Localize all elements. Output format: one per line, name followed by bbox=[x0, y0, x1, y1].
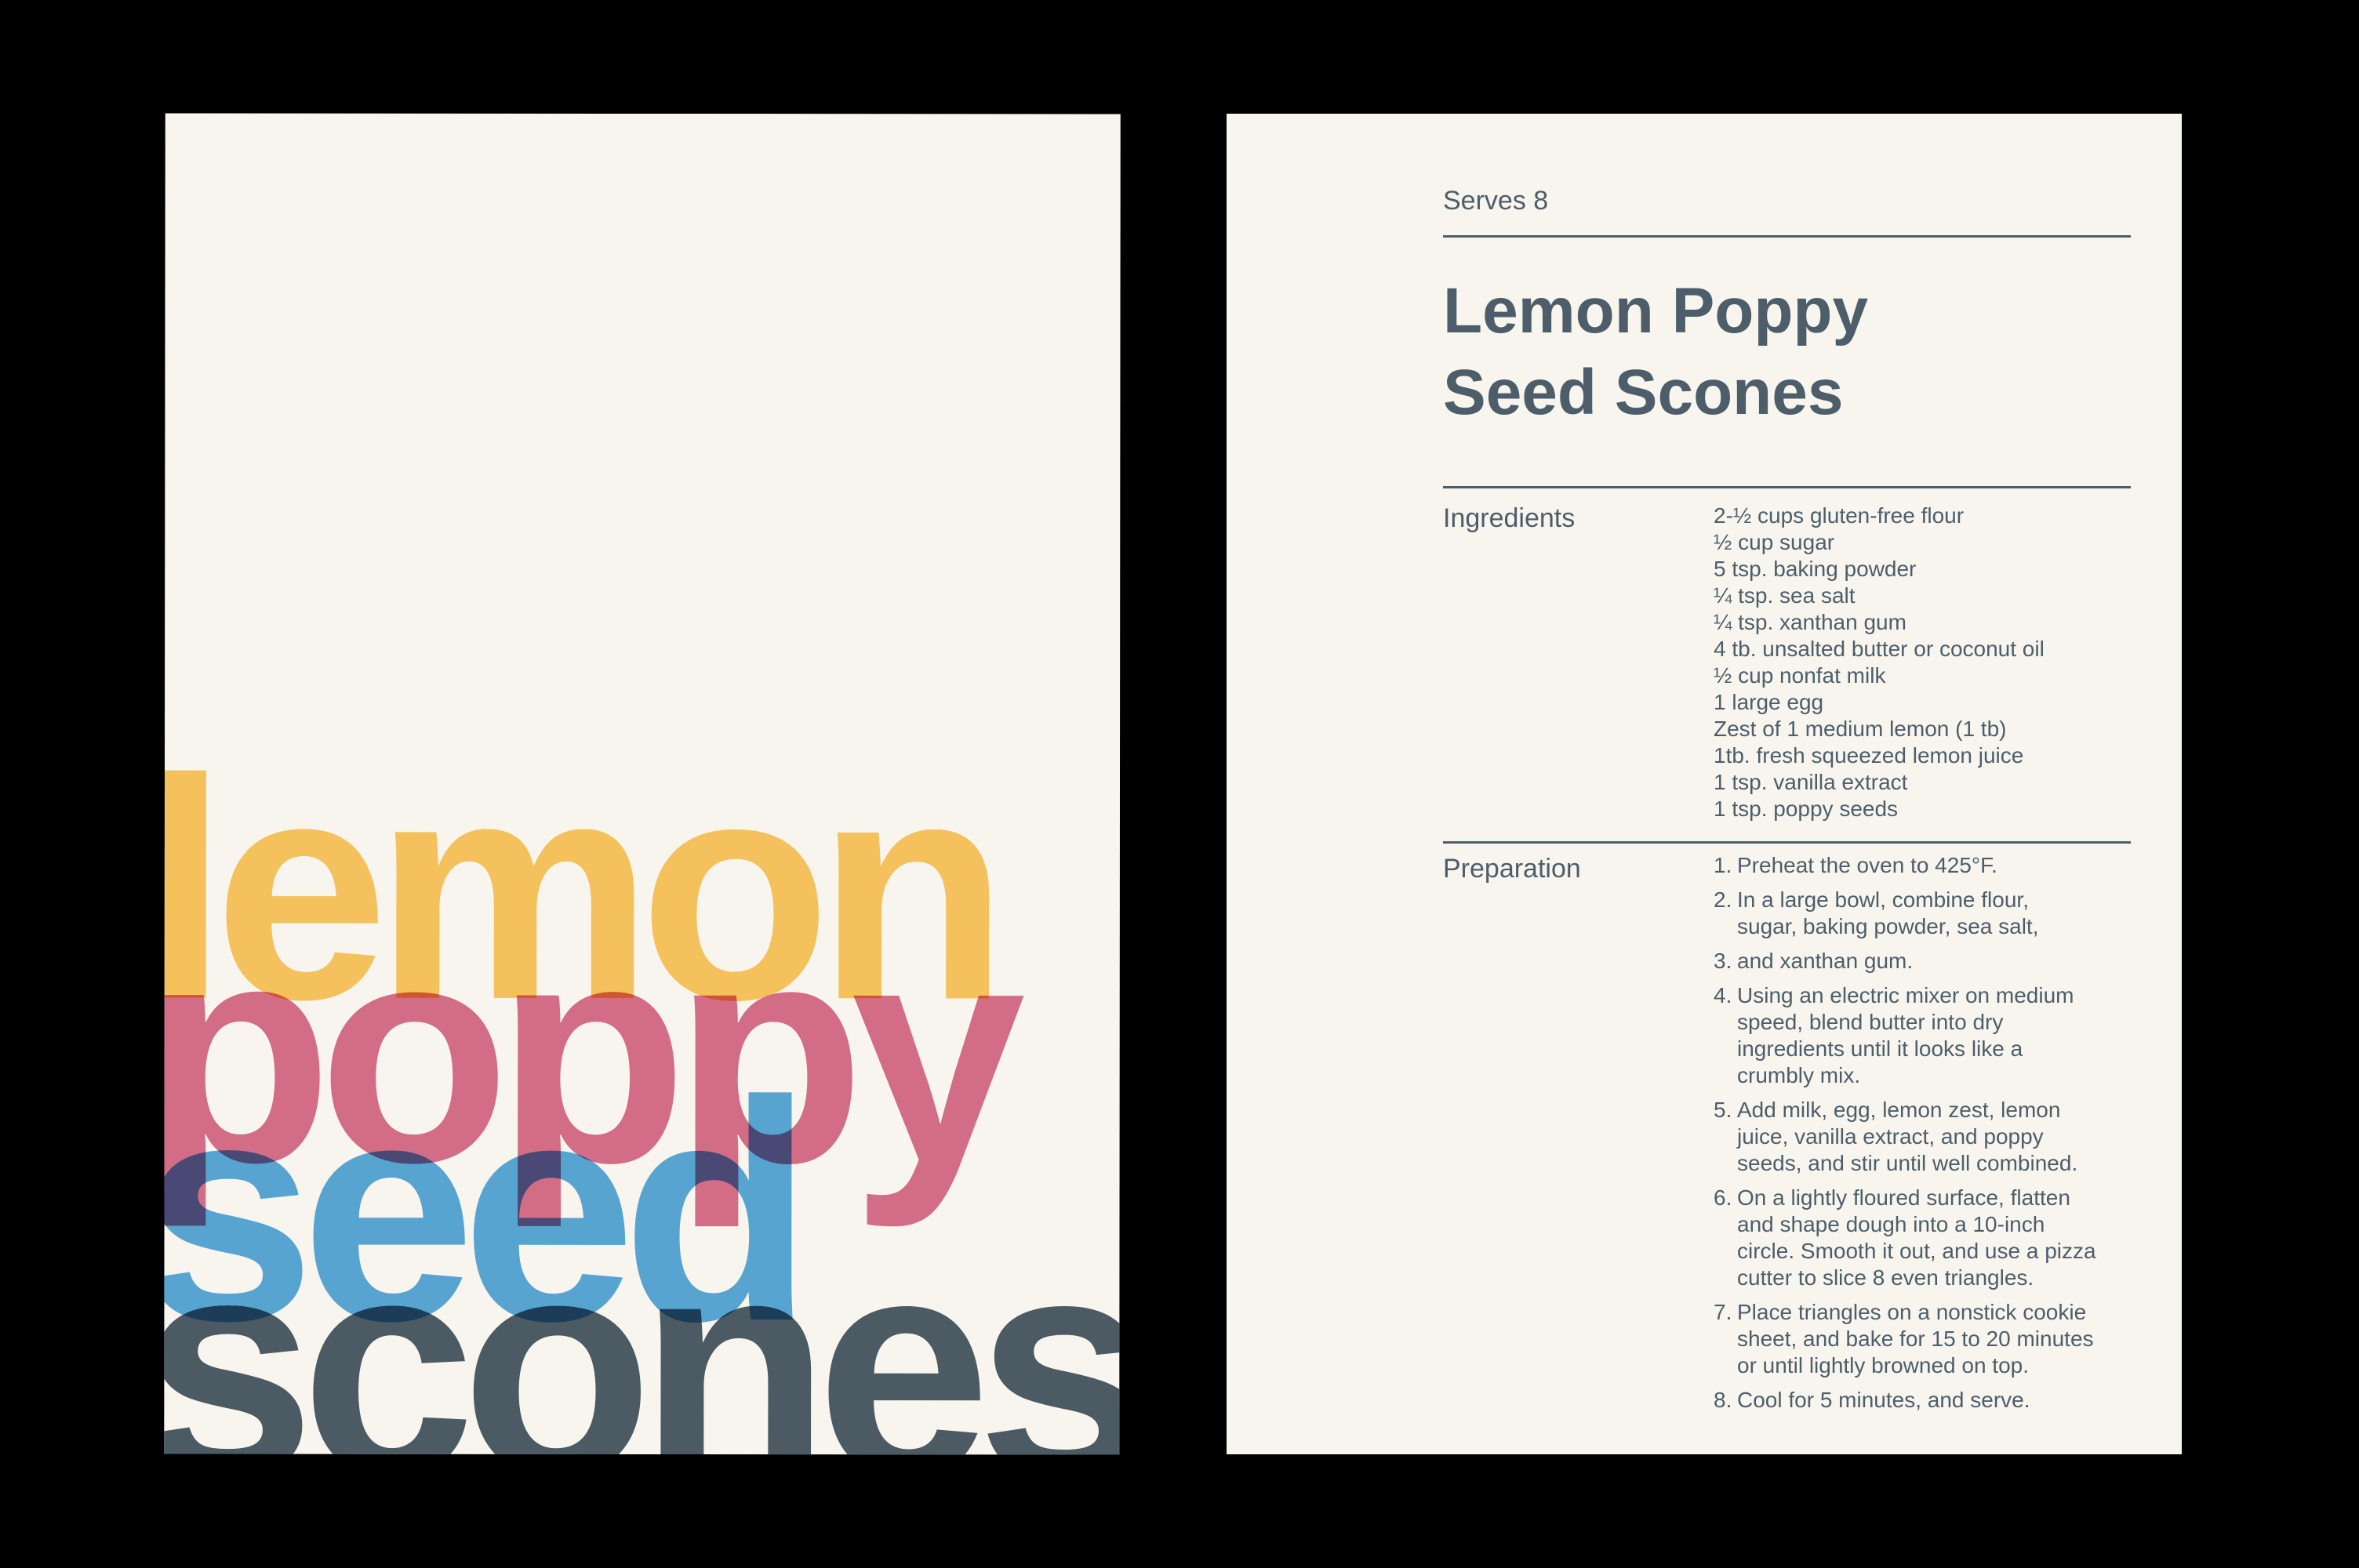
step-number: 8. bbox=[1714, 1388, 1732, 1412]
step-text: Cool for 5 minutes, and serve. bbox=[1737, 1388, 2030, 1412]
ingredient-item: 4 tb. unsalted butter or coconut oil bbox=[1714, 637, 2045, 661]
ingredient-item: ½ cup sugar bbox=[1714, 530, 1835, 554]
step-text: In a large bowl, combine flour, sugar, b… bbox=[1737, 887, 2039, 938]
recipe-title-line-1: Lemon Poppy bbox=[1443, 275, 1869, 347]
ingredient-item: 1 tsp. vanilla extract bbox=[1714, 770, 1908, 794]
step-text: and xanthan gum. bbox=[1737, 949, 1914, 973]
photo-stage: lemon poppy seed scones Serves 8 Lemon P… bbox=[0, 0, 2359, 1568]
ingredient-item: ¼ tsp. xanthan gum bbox=[1714, 610, 1906, 634]
preparation-step: 5. Add milk, egg, lemon zest, lemon juice… bbox=[1714, 1097, 2137, 1177]
cover-card: lemon poppy seed scones bbox=[164, 113, 1121, 1455]
recipe-title: Lemon Poppy Seed Scones bbox=[1443, 270, 2131, 434]
preparation-step: 2. In a large bowl, combine flour, sugar,… bbox=[1714, 887, 2137, 940]
preparation-steps: 1. Preheat the oven to 425°F. 2. In a large… bbox=[1714, 852, 2137, 1421]
recipe-card: Serves 8 Lemon Poppy Seed Scones Ingredi… bbox=[1227, 114, 2182, 1454]
ingredient-item: Zest of 1 medium lemon (1 tb) bbox=[1714, 717, 2007, 741]
preparation-step: 3. and xanthan gum. bbox=[1714, 948, 2137, 975]
ingredient-item: 1 tsp. poppy seeds bbox=[1714, 797, 1899, 821]
preparation-step: 7. Place triangles on a nonstick cookie s… bbox=[1714, 1299, 2137, 1379]
recipe-title-line-2: Seed Scones bbox=[1443, 357, 1844, 428]
divider-rule bbox=[1443, 235, 2131, 238]
preparation-step: 1. Preheat the oven to 425°F. bbox=[1714, 852, 2137, 879]
ingredient-item: 1 large egg bbox=[1714, 690, 1824, 714]
step-number: 4. bbox=[1714, 983, 1732, 1007]
ingredients-heading: Ingredients bbox=[1443, 503, 1576, 533]
divider-rule bbox=[1443, 841, 2131, 844]
serves-label: Serves 8 bbox=[1443, 186, 1549, 216]
step-number: 1. bbox=[1714, 853, 1732, 877]
ingredients-list: 2-½ cups gluten-free flour ½ cup sugar 5 t… bbox=[1714, 503, 2137, 822]
preparation-heading: Preparation bbox=[1443, 854, 1581, 884]
step-text: Add milk, egg, lemon zest, lemon juice, … bbox=[1737, 1098, 2078, 1175]
divider-rule bbox=[1443, 486, 2131, 488]
cover-word-scones: scones bbox=[164, 1190, 1121, 1455]
ingredient-item: ½ cup nonfat milk bbox=[1714, 663, 1886, 688]
step-text: Using an electric mixer on medium speed,… bbox=[1737, 983, 2074, 1087]
step-number: 7. bbox=[1714, 1300, 1732, 1324]
step-number: 5. bbox=[1714, 1098, 1732, 1122]
ingredient-item: 2-½ cups gluten-free flour bbox=[1714, 503, 1965, 528]
step-number: 2. bbox=[1714, 887, 1732, 912]
ingredient-item: 1tb. fresh squeezed lemon juice bbox=[1714, 743, 2024, 768]
preparation-step: 8. Cool for 5 minutes, and serve. bbox=[1714, 1387, 2137, 1414]
ingredient-item: ¼ tsp. sea salt bbox=[1714, 583, 1856, 608]
ingredient-item: 5 tsp. baking powder bbox=[1714, 557, 1917, 581]
preparation-step: 6. On a lightly floured surface, flatten … bbox=[1714, 1185, 2137, 1291]
preparation-step: 4. Using an electric mixer on medium spee… bbox=[1714, 982, 2137, 1089]
step-number: 6. bbox=[1714, 1185, 1732, 1210]
step-text: On a lightly floured surface, flatten an… bbox=[1737, 1185, 2096, 1290]
step-number: 3. bbox=[1714, 949, 1732, 973]
step-text: Preheat the oven to 425°F. bbox=[1737, 853, 1997, 877]
step-text: Place triangles on a nonstick cookie she… bbox=[1737, 1300, 2094, 1377]
